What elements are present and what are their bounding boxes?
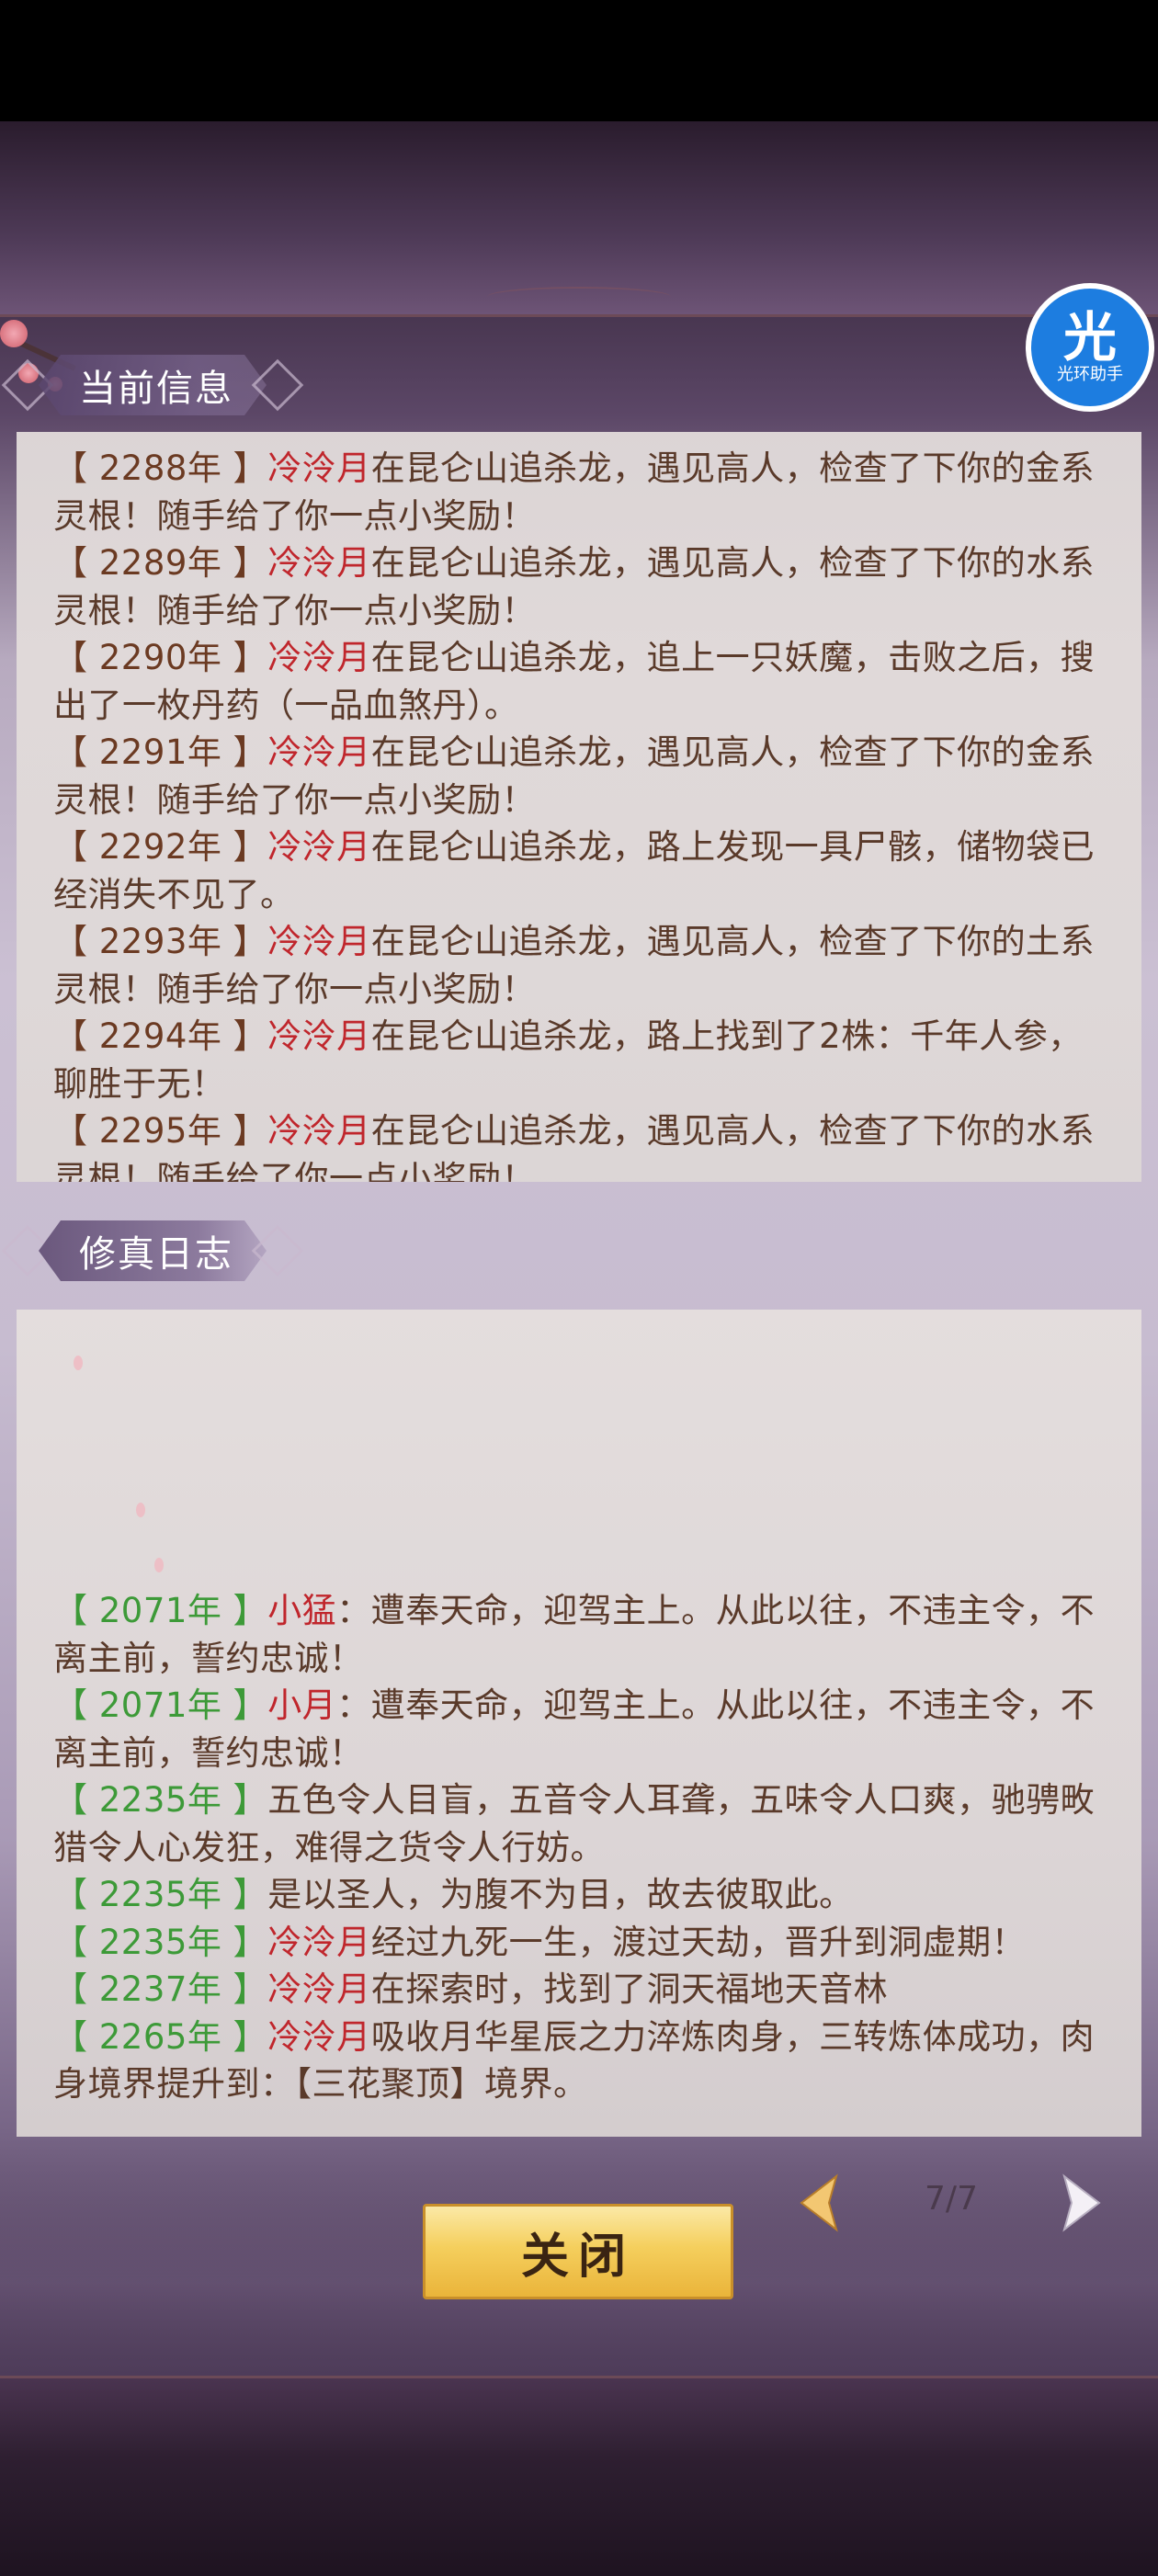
log-entry: 【 2071年 】小月：遭奉天命，迎驾主上。从此以往，不违主令，不离主前，誓约忠…	[53, 1682, 1096, 1776]
log-entry: 【 2237年 】冷泠月在探索时，找到了洞天福地天音林	[53, 1966, 1096, 2014]
entry-year: 【 2235年 】	[53, 1922, 268, 1962]
blossom-decoration	[0, 320, 28, 347]
entry-year: 【 2289年 】	[53, 543, 268, 583]
next-page-icon[interactable]	[1048, 2171, 1112, 2235]
section-title-current-info: 当前信息	[79, 368, 233, 410]
section-tab-current-info: 当前信息	[1, 354, 304, 416]
current-entry: 【 2291年 】冷泠月在昆仑山追杀龙，遇见高人，检查了下你的金系灵根！随手给了…	[53, 729, 1096, 823]
entry-name: 冷泠月	[267, 448, 371, 488]
entry-name: 小月	[267, 1685, 337, 1725]
entry-text: 经过九死一生，渡过天劫，晋升到洞虚期！	[370, 1922, 1027, 1962]
entry-name: 冷泠月	[267, 1922, 371, 1962]
entry-name: 冷泠月	[267, 732, 371, 772]
log-entry: 【 2071年 】小猛：遭奉天命，迎驾主上。从此以往，不违主令，不离主前，誓约忠…	[53, 1587, 1096, 1682]
current-entry: 【 2288年 】冷泠月在昆仑山追杀龙，遇见高人，检查了下你的金系灵根！随手给了…	[53, 445, 1096, 539]
entry-year: 【 2288年 】	[53, 448, 268, 488]
log-entry: 【 2235年 】冷泠月经过九死一生，渡过天劫，晋升到洞虚期！	[53, 1919, 1096, 1967]
entry-year: 【 2293年 】	[53, 922, 268, 961]
petal-decoration	[74, 1356, 83, 1370]
section-tab-cultivation-log: 修真日志	[1, 1220, 304, 1282]
current-entry: 【 2293年 】冷泠月在昆仑山追杀龙，遇见高人，检查了下你的土系灵根！随手给了…	[53, 918, 1096, 1013]
petal-decoration	[154, 1558, 164, 1572]
entry-name: 小猛	[267, 1591, 337, 1630]
current-info-panel[interactable]: 【 2288年 】冷泠月在昆仑山追杀龙，遇见高人，检查了下你的金系灵根！随手给了…	[17, 432, 1141, 1182]
entry-year: 【 2237年 】	[53, 1969, 268, 2009]
entry-name: 冷泠月	[267, 922, 371, 961]
entry-name: 冷泠月	[267, 2016, 371, 2057]
entry-name: 冷泠月	[267, 1016, 371, 1056]
current-entry: 【 2294年 】冷泠月在昆仑山追杀龙，路上找到了2株：千年人参，聊胜于无！	[53, 1013, 1096, 1107]
petal-decoration	[136, 1503, 145, 1517]
current-entry: 【 2289年 】冷泠月在昆仑山追杀龙，遇见高人，检查了下你的水系灵根！随手给了…	[53, 539, 1096, 634]
entry-name: 冷泠月	[267, 1969, 371, 2009]
entry-year: 【 2235年 】	[53, 1875, 268, 1914]
cultivation-log-panel[interactable]: 【 2071年 】小猛：遭奉天命，迎驾主上。从此以往，不违主令，不离主前，誓约忠…	[17, 1310, 1141, 2137]
entry-text: 在探索时，找到了洞天福地天音林	[370, 1969, 889, 2009]
entry-name: 冷泠月	[267, 827, 371, 867]
log-entry: 【 2265年 】冷泠月吸收月华星辰之力淬炼肉身，三转炼体成功，肉身境界提升到：…	[53, 2014, 1096, 2108]
entry-year: 【 2291年 】	[53, 732, 268, 772]
prev-page-icon[interactable]	[789, 2171, 853, 2235]
dialog-footer-band	[0, 2376, 1158, 2576]
page-indicator: 7/7	[925, 2180, 978, 2218]
entry-name: 冷泠月	[267, 543, 371, 583]
entry-year: 【 2294年 】	[53, 1016, 268, 1056]
entry-year: 【 2071年 】	[53, 1591, 268, 1630]
entry-year: 【 2290年 】	[53, 638, 268, 677]
log-entry: 【 2235年 】是以圣人，为腹不为目，故去彼取此。	[53, 1871, 1096, 1919]
entry-name: 冷泠月	[267, 1111, 371, 1151]
close-button[interactable]: 关闭	[423, 2204, 733, 2299]
current-entry: 【 2295年 】冷泠月在昆仑山追杀龙，遇见高人，检查了下你的水系灵根！随手给了…	[53, 1107, 1096, 1182]
entry-year: 【 2071年 】	[53, 1685, 268, 1725]
entry-text: 是以圣人，为腹不为目，故去彼取此。	[267, 1875, 854, 1914]
assistant-badge-label: 光环助手	[1057, 365, 1123, 384]
current-entry: 【 2290年 】冷泠月在昆仑山追杀龙，追上一只妖魔，击败之后，搜出了一枚丹药（…	[53, 634, 1096, 729]
header-ornament	[487, 287, 671, 307]
section-title-cultivation-log: 修真日志	[79, 1233, 233, 1276]
entry-year: 【 2265年 】	[53, 2016, 268, 2057]
assistant-badge-glyph: 光	[1062, 306, 1117, 369]
current-entry: 【 2292年 】冷泠月在昆仑山追杀龙，路上发现一具尸骸，储物袋已经消失不见了。	[53, 823, 1096, 918]
entry-year: 【 2295年 】	[53, 1111, 268, 1151]
entry-name: 冷泠月	[267, 638, 371, 677]
log-entry: 【 2235年 】五色令人目盲，五音令人耳聋，五味令人口爽，驰骋畋猎令人心发狂，…	[53, 1776, 1096, 1871]
status-bar-area	[0, 0, 1158, 121]
entry-year: 【 2292年 】	[53, 827, 268, 867]
entry-year: 【 2235年 】	[53, 1780, 268, 1820]
assistant-badge[interactable]: 光 光环助手	[1026, 283, 1154, 412]
